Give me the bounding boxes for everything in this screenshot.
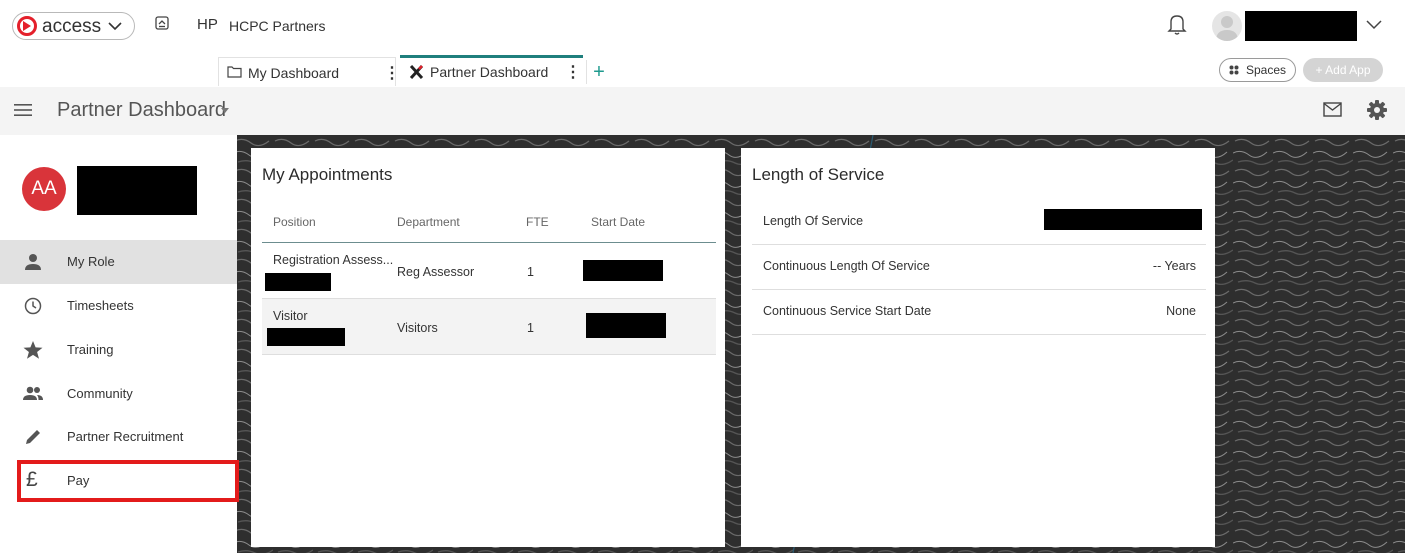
org-name[interactable]: HCPC Partners: [229, 18, 325, 34]
redacted-block: [265, 273, 331, 291]
my-appointments-card: My Appointments Position Department FTE …: [251, 148, 725, 547]
row-divider: [262, 354, 716, 355]
sidebar-item-my-role[interactable]: My Role: [0, 240, 237, 284]
fte-cell: 1: [527, 321, 534, 335]
access-logo-icon: [17, 16, 37, 36]
tab-bar: [0, 55, 1405, 88]
service-value-redacted: [1044, 209, 1202, 230]
pencil-icon: [26, 430, 40, 444]
people-icon: [23, 386, 43, 400]
column-header-fte[interactable]: FTE: [526, 215, 549, 229]
sidebar-item-training[interactable]: Training: [0, 328, 237, 372]
card-title: My Appointments: [262, 165, 393, 184]
service-label: Continuous Service Start Date: [763, 304, 932, 318]
access-brand-label: access: [42, 16, 102, 37]
department-cell: Visitors: [397, 321, 438, 335]
mail-icon[interactable]: [1323, 102, 1342, 117]
fte-cell: 1: [527, 265, 534, 279]
list-item: Continuous Length Of Service -- Years: [752, 244, 1206, 290]
table-row[interactable]: Registration Assess... Reg Assessor 1: [262, 243, 716, 299]
spaces-icon: [1229, 65, 1239, 75]
spaces-label: Spaces: [1246, 63, 1287, 77]
app-launcher-icon[interactable]: [155, 16, 169, 30]
chevron-down-icon: [108, 22, 122, 31]
column-header-department[interactable]: Department: [397, 215, 460, 229]
profile-name-redacted: [77, 166, 197, 215]
clock-icon: [24, 297, 42, 315]
folder-icon: [227, 66, 242, 78]
column-header-position[interactable]: Position: [273, 215, 316, 229]
tab-my-dashboard[interactable]: My Dashboard ⋮: [218, 57, 400, 86]
start-date-redacted: [583, 260, 663, 281]
length-of-service-card: Length of Service Length Of Service Cont…: [741, 148, 1215, 547]
access-app-switcher[interactable]: access: [12, 12, 135, 40]
table-row[interactable]: Visitor Visitors 1: [262, 299, 716, 355]
user-avatar[interactable]: [1212, 11, 1242, 41]
list-item: Length Of Service: [752, 199, 1206, 245]
service-value: None: [1166, 304, 1196, 318]
redacted-block: [267, 328, 345, 346]
sidebar-item-partner-recruitment[interactable]: Partner Recruitment: [0, 415, 237, 459]
service-value: -- Years: [1152, 259, 1196, 273]
profile-avatar[interactable]: AA: [22, 167, 66, 211]
start-date-redacted: [586, 313, 666, 338]
tab-menu-icon[interactable]: ⋮: [384, 63, 400, 83]
sidebar-item-label: Community: [67, 386, 133, 401]
sidebar-item-label: My Role: [67, 254, 115, 269]
card-title: Length of Service: [752, 165, 885, 184]
add-app-button[interactable]: + Add App: [1303, 58, 1383, 82]
org-initials[interactable]: HP: [197, 16, 218, 33]
sidebar-item-timesheets[interactable]: Timesheets: [0, 284, 237, 328]
tab-menu-icon[interactable]: ⋮: [565, 62, 581, 82]
position-cell: Visitor: [273, 309, 308, 323]
sidebar-item-label: Training: [67, 342, 114, 357]
sidebar-item-community[interactable]: Community: [0, 372, 237, 416]
tab-partner-dashboard[interactable]: Partner Dashboard ⋮: [400, 55, 583, 87]
bell-icon[interactable]: [1166, 12, 1188, 36]
user-name-redacted[interactable]: [1245, 11, 1357, 41]
chevron-down-icon[interactable]: [1365, 18, 1383, 32]
sidebar-item-label: Timesheets: [67, 298, 134, 313]
service-label: Continuous Length Of Service: [763, 259, 930, 273]
annotation-highlight-box: [17, 460, 239, 502]
caret-down-icon[interactable]: [221, 108, 229, 113]
tab-label: My Dashboard: [248, 65, 340, 81]
department-cell: Reg Assessor: [397, 265, 475, 279]
star-icon: [23, 341, 43, 359]
person-icon: [25, 254, 41, 270]
sidebar-item-label: Partner Recruitment: [67, 429, 184, 444]
tab-label: Partner Dashboard: [430, 64, 549, 80]
hamburger-menu-icon[interactable]: [14, 103, 32, 117]
x-logo-icon: [409, 65, 424, 79]
list-item: Continuous Service Start Date None: [752, 289, 1206, 335]
spaces-button[interactable]: Spaces: [1219, 58, 1296, 82]
page-title[interactable]: Partner Dashboard: [57, 99, 226, 122]
add-tab-button[interactable]: +: [586, 60, 611, 84]
service-label: Length Of Service: [763, 214, 864, 228]
gear-icon[interactable]: [1367, 100, 1387, 120]
position-cell: Registration Assess...: [273, 253, 394, 267]
person-silhouette-icon: [1216, 16, 1238, 41]
column-header-start-date[interactable]: Start Date: [591, 215, 645, 229]
